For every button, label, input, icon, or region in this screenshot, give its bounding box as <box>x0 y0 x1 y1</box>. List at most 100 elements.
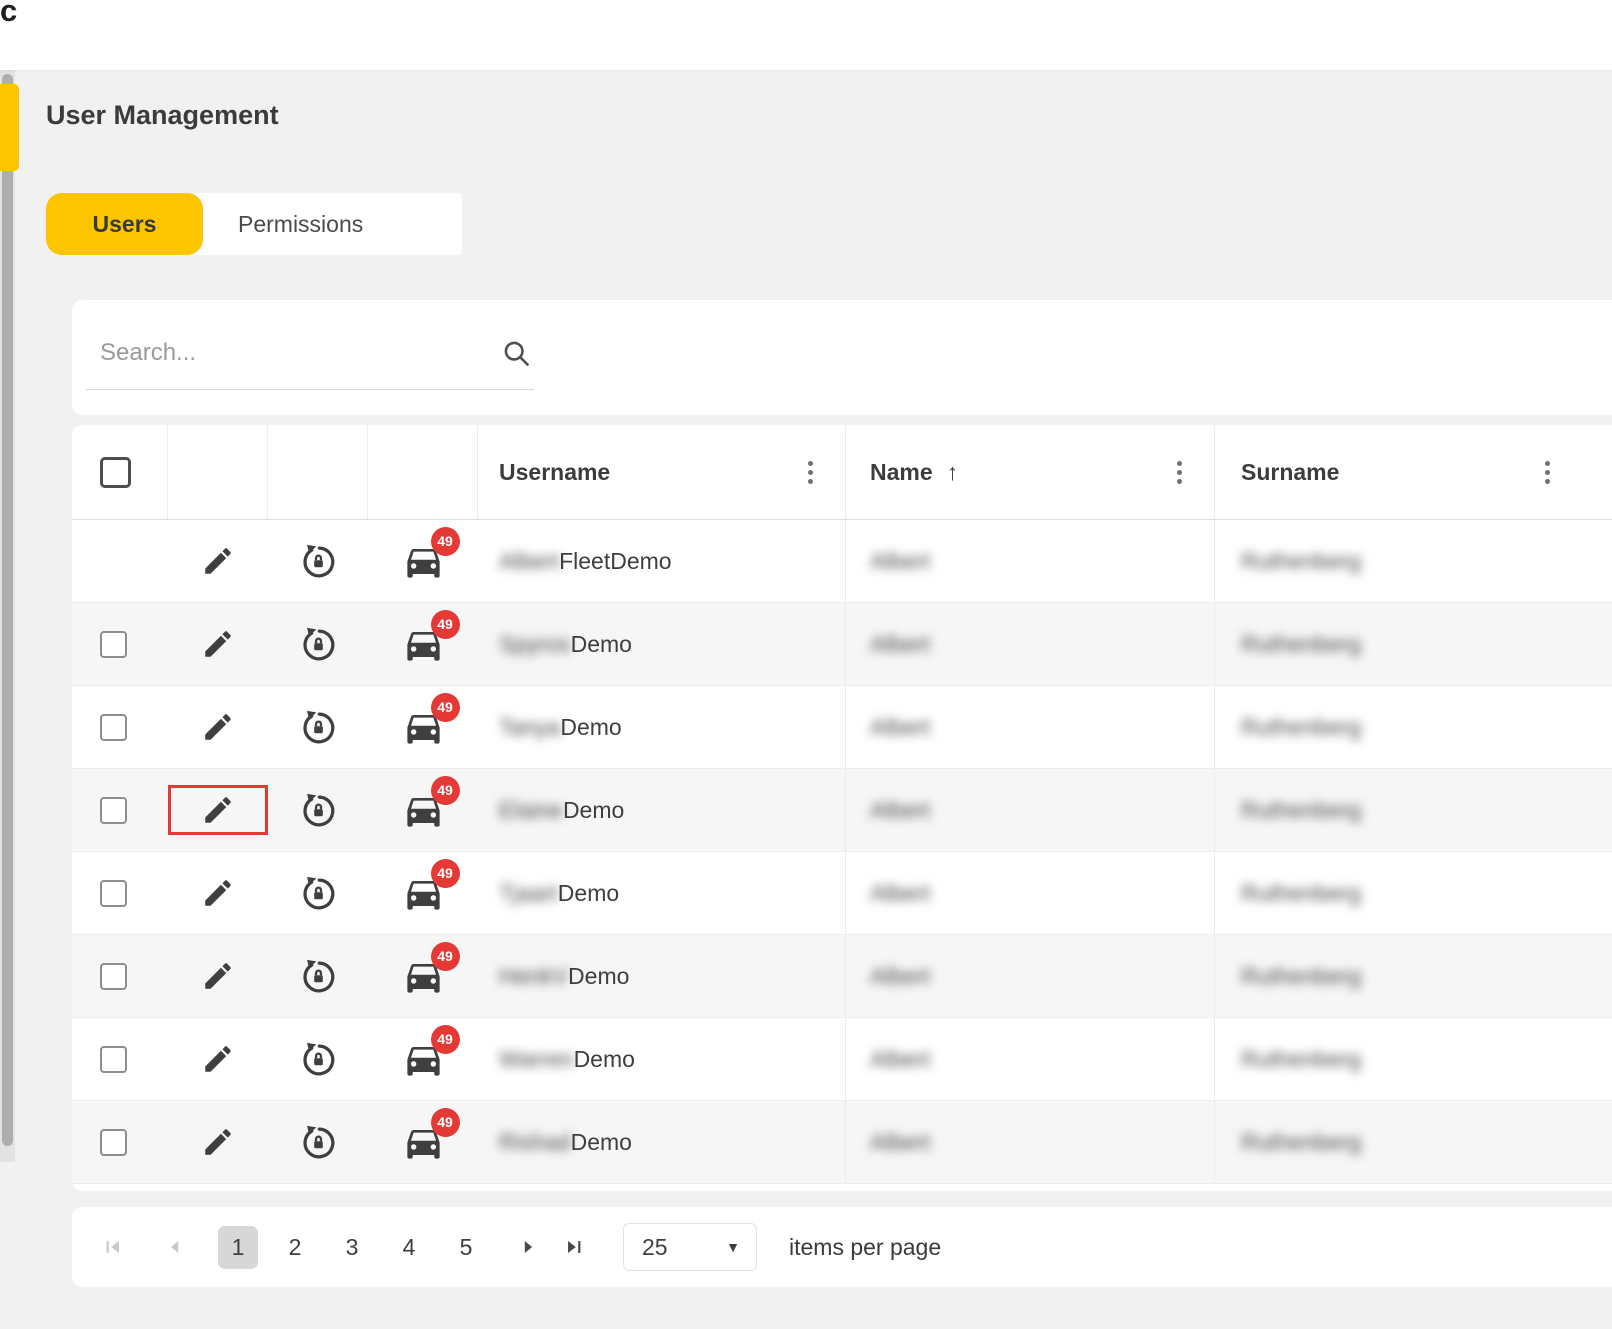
row-select-checkbox[interactable] <box>100 796 127 824</box>
reset-password-button[interactable] <box>300 1124 337 1161</box>
username-cell: Albert FleetDemo <box>478 520 845 602</box>
column-menu-icon[interactable] <box>1171 455 1188 490</box>
edit-user-button[interactable] <box>201 627 235 661</box>
search-input[interactable] <box>86 322 534 390</box>
surname-cell: Ruthenberg <box>1214 935 1612 1017</box>
surname-text: Ruthenberg <box>1241 796 1362 823</box>
username-public-part: Demo <box>560 713 622 740</box>
row-select-checkbox[interactable] <box>100 1045 127 1073</box>
name-cell: Albert <box>845 520 1214 602</box>
cell-select <box>72 520 168 602</box>
vehicles-button[interactable]: 49 <box>402 609 460 666</box>
reset-password-button[interactable] <box>300 709 337 746</box>
vehicle-count-badge: 49 <box>430 775 460 805</box>
header-cell-edit <box>168 425 268 519</box>
edit-user-button[interactable] <box>201 959 235 993</box>
top-bar: c <box>0 0 1612 70</box>
username-cell: Elaine Demo <box>478 769 845 851</box>
name-cell: Albert <box>845 1101 1214 1183</box>
pagination-bar: 1 2 3 4 5 25 ▼ items per page <box>72 1207 1612 1287</box>
table-row: 49 Rishad Demo Albert Ruthenberg <box>72 1101 1612 1184</box>
header-cell-reset <box>268 425 368 519</box>
vehicles-button[interactable]: 49 <box>402 941 460 998</box>
row-select-checkbox[interactable] <box>100 713 127 741</box>
name-cell: Albert <box>845 852 1214 934</box>
header-cell-select <box>72 425 168 519</box>
pager-last-button[interactable] <box>563 1236 585 1258</box>
edit-user-button[interactable] <box>201 544 235 578</box>
column-header-name[interactable]: Name ↑ <box>870 459 958 486</box>
vehicle-count-badge: 49 <box>430 1107 460 1137</box>
pager-page-5[interactable]: 5 <box>446 1226 486 1269</box>
pager-page-2[interactable]: 2 <box>275 1226 315 1269</box>
username-private-part: HenkV <box>499 962 569 989</box>
column-menu-icon[interactable] <box>802 455 819 490</box>
username-cell: Tjaart Demo <box>478 852 845 934</box>
edit-user-button[interactable] <box>201 1125 235 1159</box>
vehicles-button[interactable]: 49 <box>402 692 460 749</box>
main-area: User Management Permissions Users Userna… <box>0 70 1612 1329</box>
pager-prev-button[interactable] <box>164 1236 186 1258</box>
header-cell-name: Name ↑ <box>845 425 1214 519</box>
edit-user-button[interactable] <box>201 1042 235 1076</box>
table-header-row: Username Name ↑ Surname <box>72 425 1612 520</box>
surname-cell: Ruthenberg <box>1214 769 1612 851</box>
pager-first-button[interactable] <box>102 1236 124 1258</box>
vehicles-button[interactable]: 49 <box>402 526 460 583</box>
row-select-checkbox[interactable] <box>100 630 127 658</box>
vehicle-count-badge: 49 <box>430 941 460 971</box>
tab-users[interactable]: Users <box>46 193 203 255</box>
select-all-checkbox[interactable] <box>100 456 131 488</box>
surname-cell: Ruthenberg <box>1214 686 1612 768</box>
name-cell: Albert <box>845 769 1214 851</box>
column-menu-icon[interactable] <box>1539 455 1556 490</box>
reset-password-button[interactable] <box>300 792 337 829</box>
vertical-scrollbar[interactable] <box>0 70 15 1162</box>
surname-text: Ruthenberg <box>1241 630 1362 657</box>
surname-text: Ruthenberg <box>1241 713 1362 740</box>
username-public-part: Demo <box>557 879 620 906</box>
username-cell: Warren Demo <box>478 1018 845 1100</box>
row-select-checkbox[interactable] <box>100 879 127 907</box>
reset-password-button[interactable] <box>300 1041 337 1078</box>
column-header-username[interactable]: Username <box>499 459 610 486</box>
vehicles-button[interactable]: 49 <box>402 1107 460 1164</box>
name-text: Albert <box>870 1045 931 1072</box>
column-header-surname[interactable]: Surname <box>1241 459 1339 486</box>
row-select-checkbox[interactable] <box>100 1128 127 1156</box>
name-cell: Albert <box>845 686 1214 768</box>
reset-password-button[interactable] <box>300 626 337 663</box>
search-icon[interactable] <box>501 338 532 369</box>
edit-user-button[interactable] <box>201 793 235 827</box>
username-private-part: Warren <box>499 1045 574 1072</box>
vehicles-button[interactable]: 49 <box>402 775 460 832</box>
edit-user-button[interactable] <box>201 710 235 744</box>
username-cell: Spyros Demo <box>478 603 845 685</box>
vehicle-count-badge: 49 <box>430 858 460 888</box>
page-size-dropdown[interactable]: 25 ▼ <box>623 1223 757 1271</box>
scrollbar-thumb[interactable] <box>2 74 13 1146</box>
username-private-part: Tanya <box>499 713 561 740</box>
reset-password-button[interactable] <box>300 543 337 580</box>
page-title: User Management <box>46 100 279 130</box>
vehicle-count-badge: 49 <box>430 526 460 556</box>
pager-page-4[interactable]: 4 <box>389 1226 429 1269</box>
header-cell-surname: Surname <box>1214 425 1612 519</box>
surname-cell: Ruthenberg <box>1214 1101 1612 1183</box>
reset-password-button[interactable] <box>300 958 337 995</box>
username-private-part: Tjaart <box>499 879 558 906</box>
items-per-page-label: items per page <box>789 1233 942 1260</box>
username-private-part: Elaine <box>499 796 563 823</box>
row-select-checkbox[interactable] <box>100 962 127 990</box>
corner-letter: c <box>0 0 18 28</box>
pager-next-button[interactable] <box>517 1236 539 1258</box>
name-text: Albert <box>870 962 931 989</box>
pager-page-3[interactable]: 3 <box>332 1226 372 1269</box>
pager-page-1[interactable]: 1 <box>218 1225 258 1269</box>
surname-text: Ruthenberg <box>1241 1128 1362 1155</box>
reset-password-button[interactable] <box>300 875 337 912</box>
edit-user-button[interactable] <box>201 876 235 910</box>
tab-permissions[interactable]: Permissions <box>194 193 462 255</box>
vehicles-button[interactable]: 49 <box>402 1024 460 1081</box>
vehicles-button[interactable]: 49 <box>402 858 460 915</box>
